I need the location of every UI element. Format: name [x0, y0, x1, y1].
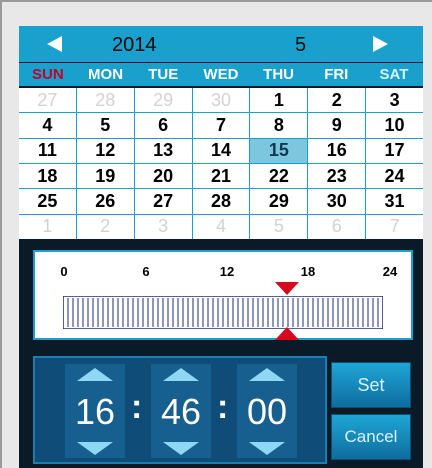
weekday-label: THU	[263, 66, 294, 83]
minute-down-icon[interactable]	[163, 442, 199, 455]
day-cell[interactable]: 18	[19, 164, 76, 189]
weekday-header-row: SUN MON TUE WED THU FRI SAT	[19, 63, 423, 86]
next-month-arrow-icon[interactable]	[373, 36, 388, 52]
day-cell[interactable]: 4	[19, 113, 76, 138]
day-cell[interactable]: 22	[250, 164, 308, 189]
day-cell[interactable]: 29	[250, 189, 308, 214]
cancel-button[interactable]: Cancel	[331, 414, 411, 460]
day-cell[interactable]: 13	[134, 138, 192, 163]
weekday-label: TUE	[148, 66, 179, 83]
day-cell[interactable]: 16	[308, 138, 366, 163]
ruler-marker-bottom-icon[interactable]	[275, 327, 299, 340]
day-cell[interactable]: 12	[76, 138, 134, 163]
hour-down-icon[interactable]	[77, 442, 113, 455]
prev-month-arrow-icon[interactable]	[47, 36, 62, 52]
day-cell[interactable]: 11	[19, 138, 76, 163]
day-cell[interactable]: 27	[134, 189, 192, 214]
weekday-label: FRI	[324, 66, 349, 83]
minute-spinner: 46	[151, 364, 211, 458]
day-cell[interactable]: 2	[308, 88, 366, 113]
day-cell[interactable]: 28	[76, 88, 134, 113]
time-ruler[interactable]: 0 6 12 18 24	[33, 250, 413, 340]
day-cell[interactable]: 2	[76, 214, 134, 239]
day-cell-selected[interactable]: 15	[250, 138, 308, 163]
day-cell[interactable]: 10	[366, 113, 423, 138]
day-cell[interactable]: 1	[250, 88, 308, 113]
ruler-tick-label: 6	[142, 264, 150, 279]
month-label: 5	[295, 34, 307, 56]
day-cell[interactable]: 9	[308, 113, 366, 138]
day-cell[interactable]: 31	[366, 189, 423, 214]
second-up-icon[interactable]	[249, 368, 285, 381]
day-cell[interactable]: 20	[134, 164, 192, 189]
day-cell[interactable]: 1	[19, 214, 76, 239]
weekday-label: SAT	[379, 66, 409, 83]
second-down-icon[interactable]	[249, 442, 285, 455]
minute-up-icon[interactable]	[163, 368, 199, 381]
day-cell[interactable]: 24	[366, 164, 423, 189]
hour-up-icon[interactable]	[77, 368, 113, 381]
ruler-marker-top-icon[interactable]	[275, 282, 299, 295]
weekday-label: SUN	[32, 66, 64, 83]
day-cell[interactable]: 29	[134, 88, 192, 113]
day-cell[interactable]: 7	[366, 214, 423, 239]
ruler-scale[interactable]	[63, 296, 383, 329]
day-cell[interactable]: 25	[19, 189, 76, 214]
day-cell[interactable]: 14	[192, 138, 250, 163]
day-cell[interactable]: 21	[192, 164, 250, 189]
day-cell[interactable]: 7	[192, 113, 250, 138]
hour-spinner: 16	[65, 364, 125, 458]
calendar-header: 2014 5	[19, 26, 423, 62]
day-cell[interactable]: 30	[192, 88, 250, 113]
ruler-tick-label: 12	[219, 264, 235, 279]
day-cell[interactable]: 6	[134, 113, 192, 138]
day-grid: 27 28 29 30 1 2 3 4 5 6 7 8 9 10 11 12 13 14 15 16 17 18 19 20 2…	[19, 88, 423, 239]
day-cell[interactable]: 8	[250, 113, 308, 138]
weekday-label: WED	[203, 66, 239, 83]
day-cell[interactable]: 19	[76, 164, 134, 189]
time-spinner: 16 : 46 : 00	[33, 356, 327, 464]
day-cell[interactable]: 5	[250, 214, 308, 239]
ruler-tick-label: 24	[382, 264, 398, 279]
day-cell[interactable]: 3	[134, 214, 192, 239]
day-cell[interactable]: 30	[308, 189, 366, 214]
day-cell[interactable]: 26	[76, 189, 134, 214]
time-separator: :	[131, 388, 143, 426]
day-cell[interactable]: 17	[366, 138, 423, 163]
day-cell[interactable]: 23	[308, 164, 366, 189]
day-cell[interactable]: 6	[308, 214, 366, 239]
minute-value[interactable]: 46	[151, 388, 211, 436]
weekday-label: MON	[88, 66, 124, 83]
time-separator: :	[217, 388, 229, 426]
ruler-tick-label: 0	[60, 264, 68, 279]
datetime-picker-panel: 2014 5 SUN MON TUE WED THU FRI SAT 27 28 2…	[19, 26, 423, 468]
day-cell[interactable]: 27	[19, 88, 76, 113]
hour-value[interactable]: 16	[65, 388, 125, 436]
set-button[interactable]: Set	[331, 362, 411, 408]
day-cell[interactable]: 28	[192, 189, 250, 214]
second-value[interactable]: 00	[237, 388, 297, 436]
datetime-picker-frame: 2014 5 SUN MON TUE WED THU FRI SAT 27 28 2…	[0, 0, 432, 468]
day-cell[interactable]: 3	[366, 88, 423, 113]
year-label: 2014	[112, 34, 157, 56]
ruler-tick-label: 18	[300, 264, 316, 279]
day-cell[interactable]: 4	[192, 214, 250, 239]
second-spinner: 00	[237, 364, 297, 458]
day-cell[interactable]: 5	[76, 113, 134, 138]
